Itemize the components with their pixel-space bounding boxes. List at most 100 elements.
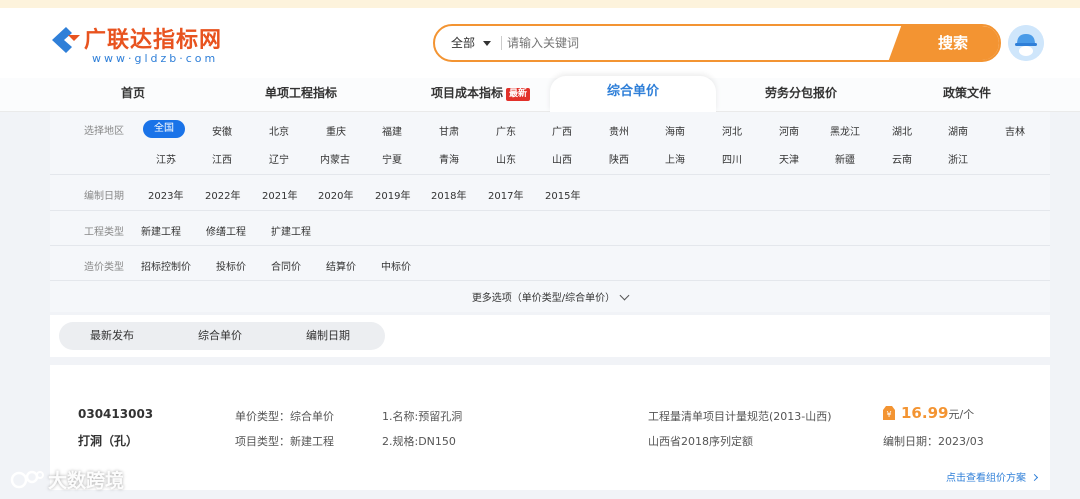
nav-labor-quote-label: 劳务分包报价 — [765, 86, 838, 100]
price-type-option[interactable]: 招标控制价 — [141, 258, 191, 273]
search-button-label: 搜索 — [937, 34, 968, 52]
project-type-option[interactable]: 修缮工程 — [206, 223, 246, 238]
view-pricing-scheme-link[interactable]: 点击查看组价方案 — [946, 469, 1039, 484]
region-option[interactable]: 陕西 — [609, 151, 629, 166]
site-logo[interactable]: 广联达指标网 www·gldzb·com — [50, 22, 250, 68]
region-option[interactable]: 湖北 — [892, 123, 912, 138]
nav-unit-price[interactable]: 综合单价 — [550, 76, 716, 112]
year-option[interactable]: 2020年 — [318, 187, 353, 202]
logo-mark-icon — [52, 27, 80, 53]
region-option[interactable]: 黑龙江 — [830, 123, 860, 138]
region-option[interactable]: 安徽 — [212, 123, 232, 138]
region-option[interactable]: 云南 — [892, 151, 912, 166]
price-type-option[interactable]: 合同价 — [271, 258, 301, 273]
price-block: ¥ 16.99元/个 — [883, 404, 974, 422]
region-option[interactable]: 广东 — [496, 123, 516, 138]
project-type-option[interactable]: 扩建工程 — [271, 223, 311, 238]
price-type-option[interactable]: 中标价 — [381, 258, 411, 273]
region-option[interactable]: 山西 — [552, 151, 572, 166]
year-option[interactable]: 2018年 — [431, 187, 466, 202]
region-option[interactable]: 浙江 — [948, 151, 968, 166]
region-option[interactable]: 天津 — [779, 151, 799, 166]
region-option[interactable]: 江西 — [212, 151, 232, 166]
region-option[interactable]: 北京 — [269, 123, 289, 138]
user-helmet-icon — [1008, 25, 1044, 61]
measurement-standard: 工程量清单项目计量规范(2013-山西) — [648, 410, 832, 423]
region-option[interactable]: 新疆 — [835, 151, 855, 166]
region-option[interactable]: 福建 — [382, 123, 402, 138]
region-option[interactable]: 山东 — [496, 151, 516, 166]
region-option[interactable]: 宁夏 — [382, 151, 402, 166]
region-filter-row: 选择地区 全国 安徽 北京 重庆 福建 甘肃 广东 广西 贵州 海南 河北 河南… — [50, 112, 1050, 175]
nav-single-project-label: 单项工程指标 — [265, 86, 338, 100]
price-type-filter-label: 造价类型 — [84, 262, 124, 273]
region-option[interactable]: 江苏 — [156, 151, 176, 166]
region-option[interactable]: 贵州 — [609, 123, 629, 138]
region-option[interactable]: 上海 — [665, 151, 685, 166]
nav-home[interactable]: 首页 — [121, 78, 145, 112]
more-options-toggle[interactable]: 更多选项（单价类型/综合单价） — [50, 289, 1050, 304]
project-type-option[interactable]: 新建工程 — [141, 223, 181, 238]
compile-date: 编制日期：2023/03 — [883, 435, 984, 448]
nav-project-cost-index[interactable]: 项目成本指标 最新 — [431, 78, 531, 112]
unit-price-value: 16.99 — [901, 404, 949, 422]
chevron-down-icon — [619, 290, 630, 301]
price-tag-icon: ¥ — [883, 406, 895, 420]
nav-policy-label: 政策文件 — [943, 86, 992, 100]
feature-1: 1.名称:预留孔洞 — [382, 410, 463, 423]
nav-policy[interactable]: 政策文件 — [943, 78, 991, 112]
project-type: 项目类型：新建工程 — [235, 435, 334, 448]
region-option[interactable]: 辽宁 — [269, 151, 289, 166]
year-option[interactable]: 2023年 — [148, 187, 183, 202]
region-option[interactable]: 青海 — [439, 151, 459, 166]
watermark-logo-icon — [10, 470, 44, 489]
project-type-filter-label: 工程类型 — [84, 227, 124, 238]
nav-labor-quote[interactable]: 劳务分包报价 — [765, 78, 837, 112]
year-option[interactable]: 2021年 — [262, 187, 297, 202]
region-option[interactable]: 吉林 — [1005, 123, 1025, 138]
region-option[interactable]: 海南 — [665, 123, 685, 138]
price-type-option[interactable]: 结算价 — [326, 258, 356, 273]
main-nav: 首页 单项工程指标 项目成本指标 最新 综合单价 劳务分包报价 政策文件 — [0, 76, 1080, 112]
sort-compile-date[interactable]: 编制日期 — [306, 322, 350, 350]
logo-domain: www·gldzb·com — [92, 52, 219, 65]
unit-price-unit: 元/个 — [948, 408, 975, 421]
nav-home-label: 首页 — [121, 86, 146, 100]
year-option[interactable]: 2015年 — [545, 187, 580, 202]
sort-bar: 最新发布 综合单价 编制日期 — [50, 315, 1050, 357]
result-card[interactable]: 030413003 打洞（孔） 单价类型：综合单价 项目类型：新建工程 1.名称… — [50, 365, 1050, 490]
region-option[interactable]: 甘肃 — [439, 123, 459, 138]
price-type-filter-row: 造价类型 招标控制价 投标价 合同价 结算价 中标价 — [50, 246, 1050, 281]
sort-unit-price[interactable]: 综合单价 — [198, 322, 242, 350]
year-filter-label: 编制日期 — [84, 191, 124, 202]
region-option[interactable]: 四川 — [722, 151, 742, 166]
region-option-selected[interactable]: 全国 — [143, 120, 185, 138]
search-button[interactable]: 搜索 — [907, 26, 999, 60]
year-option[interactable]: 2019年 — [375, 187, 410, 202]
project-type-filter-row: 工程类型 新建工程 修缮工程 扩建工程 — [50, 211, 1050, 246]
region-filter-label: 选择地区 — [84, 126, 124, 137]
avatar[interactable] — [1008, 25, 1044, 61]
search-scope-select[interactable]: 全部 — [451, 26, 492, 60]
search-input[interactable] — [507, 26, 887, 60]
year-option[interactable]: 2017年 — [488, 187, 523, 202]
more-options-label: 更多选项（单价类型/综合单价） — [471, 293, 616, 304]
nav-single-project-index[interactable]: 单项工程指标 — [265, 78, 337, 112]
logo-text: 广联达指标网 — [84, 28, 223, 53]
price-type-option[interactable]: 投标价 — [216, 258, 246, 273]
filter-panel: 选择地区 全国 安徽 北京 重庆 福建 甘肃 广东 广西 贵州 海南 河北 河南… — [50, 112, 1050, 312]
region-option[interactable]: 河南 — [779, 123, 799, 138]
year-option[interactable]: 2022年 — [205, 187, 240, 202]
region-option[interactable]: 广西 — [552, 123, 572, 138]
region-option[interactable]: 河北 — [722, 123, 742, 138]
region-option[interactable]: 湖南 — [948, 123, 968, 138]
region-option[interactable]: 重庆 — [326, 123, 346, 138]
sort-pill: 最新发布 综合单价 编制日期 — [59, 322, 385, 350]
watermark-text: 大数跨境 — [48, 470, 125, 492]
region-option[interactable]: 内蒙古 — [320, 151, 350, 166]
search-scope-label: 全部 — [451, 36, 476, 50]
item-code: 030413003 — [78, 407, 154, 421]
chevron-right-icon — [1030, 473, 1039, 482]
feature-2: 2.规格:DN150 — [382, 435, 456, 448]
sort-latest[interactable]: 最新发布 — [90, 322, 134, 350]
